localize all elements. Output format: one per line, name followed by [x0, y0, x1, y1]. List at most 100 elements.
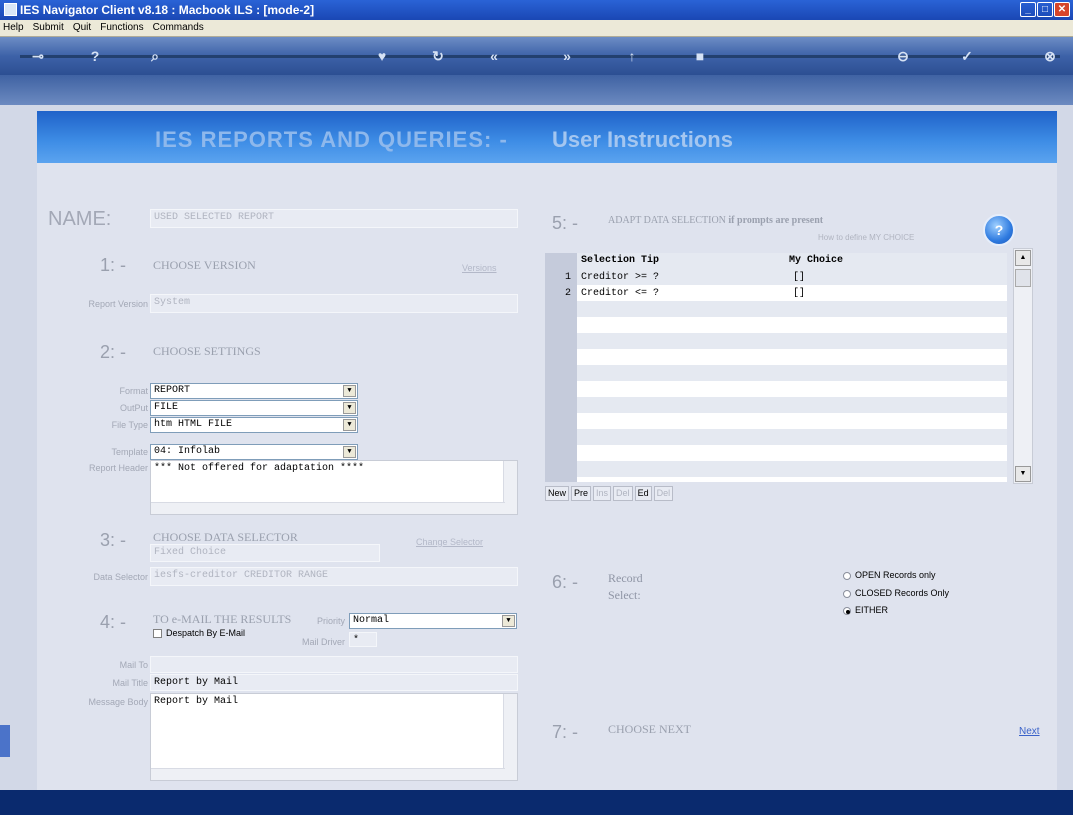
accept-icon[interactable]: ✓ — [957, 46, 977, 66]
col-selection-tip: Selection Tip — [581, 255, 660, 266]
output-value: FILE — [154, 402, 179, 413]
radio-icon[interactable] — [843, 589, 851, 598]
section7-title: CHOOSE NEXT — [608, 722, 691, 736]
mail-to-label: Mail To — [119, 660, 148, 670]
row-number: 1 — [565, 272, 572, 283]
help-icon[interactable]: ? — [85, 46, 105, 66]
insert-button[interactable]: Ins — [593, 486, 612, 501]
radio-label: EITHER — [855, 605, 889, 615]
page-header: IES REPORTS AND QUERIES: - User Instruct… — [37, 111, 1057, 163]
checkbox-icon[interactable] — [153, 629, 162, 639]
section3-number: 3: - — [100, 530, 127, 550]
versions-link[interactable]: Versions — [462, 263, 497, 273]
up-icon[interactable]: ↑ — [622, 46, 642, 66]
menu-quit[interactable]: Quit — [70, 20, 94, 33]
filetype-select[interactable]: htm HTML FILE ▼ — [150, 417, 358, 433]
scroll-down-icon[interactable]: ▼ — [1015, 466, 1031, 482]
side-tab[interactable] — [0, 725, 10, 757]
stop-icon[interactable]: ■ — [690, 46, 710, 66]
section2-number: 2: - — [100, 342, 127, 362]
section6-number: 6: - — [552, 572, 579, 592]
section4-title: TO e-MAIL THE RESULTS — [153, 612, 292, 626]
section5-title: ADAPT DATA SELECTION — [608, 215, 726, 226]
data-selector-label: Data Selector — [93, 572, 148, 582]
exit-icon[interactable]: ⊗ — [1040, 46, 1060, 66]
window-title: IES Navigator Client v8.18 : Macbook ILS… — [20, 3, 315, 17]
key-icon[interactable]: ⊸ — [28, 46, 48, 66]
help-icon[interactable]: ? — [983, 214, 1015, 246]
scroll-up-icon[interactable]: ▲ — [1015, 250, 1031, 266]
close-icon[interactable]: ✕ — [1054, 2, 1070, 17]
message-body-textarea[interactable]: Report by Mail — [150, 693, 518, 781]
cancel-icon[interactable]: ⊖ — [893, 46, 913, 66]
status-bar — [0, 790, 1073, 815]
chevron-down-icon[interactable]: ▼ — [343, 446, 356, 458]
delete-button[interactable]: Del — [613, 486, 633, 501]
radio-either[interactable]: EITHER — [843, 605, 888, 615]
rewind-icon[interactable]: « — [484, 46, 504, 66]
data-selector-field[interactable]: iesfs-creditor CREDITOR RANGE — [150, 567, 518, 586]
filetype-value: htm HTML FILE — [154, 419, 233, 430]
menu-submit[interactable]: Submit — [30, 20, 67, 33]
window-titlebar: IES Navigator Client v8.18 : Macbook ILS… — [0, 0, 1073, 20]
mail-to-field[interactable] — [150, 656, 518, 673]
fixed-choice-field[interactable]: Fixed Choice — [150, 544, 380, 562]
delete-row-button[interactable]: Del — [653, 486, 674, 501]
grid-buttons: New Pre Ins Del Ed Del — [545, 486, 675, 501]
section5-number: 5: - — [552, 213, 579, 233]
edit-button[interactable]: Ed — [634, 486, 652, 501]
heart-icon[interactable]: ♥ — [372, 46, 392, 66]
radio-closed-records[interactable]: CLOSED Records Only — [843, 588, 949, 598]
format-select[interactable]: REPORT ▼ — [150, 383, 358, 399]
minimize-icon[interactable]: _ — [1020, 2, 1036, 17]
mail-driver-label: Mail Driver — [301, 637, 345, 647]
scrollbar[interactable] — [503, 694, 517, 780]
radio-icon[interactable] — [843, 606, 851, 615]
how-to-define-link[interactable]: How to define MY CHOICE — [818, 233, 914, 242]
refresh-icon[interactable]: ↻ — [428, 46, 448, 66]
change-selector-link[interactable]: Change Selector — [416, 537, 483, 547]
section3-title: CHOOSE DATA SELECTOR — [153, 530, 298, 544]
scrollbar[interactable] — [151, 502, 505, 514]
next-link[interactable]: Next — [1019, 726, 1040, 737]
chevron-down-icon[interactable]: ▼ — [502, 615, 515, 627]
chevron-down-icon[interactable]: ▼ — [343, 402, 356, 414]
name-field[interactable]: USED SELECTED REPORT — [150, 209, 518, 228]
chevron-down-icon[interactable]: ▼ — [343, 385, 356, 397]
scroll-thumb[interactable] — [1015, 269, 1031, 287]
scrollbar[interactable]: ▲ ▼ — [1013, 248, 1033, 484]
report-header-textarea[interactable]: *** Not offered for adaptation **** — [150, 460, 518, 515]
previous-button[interactable]: Pre — [571, 486, 592, 501]
app-icon — [4, 3, 17, 16]
scrollbar[interactable] — [151, 768, 505, 780]
report-version-field[interactable]: System — [150, 294, 518, 313]
message-body-value: Report by Mail — [154, 696, 239, 707]
maximize-icon[interactable]: □ — [1037, 2, 1053, 17]
menu-commands[interactable]: Commands — [150, 20, 207, 33]
mail-driver-field[interactable]: * — [349, 632, 377, 647]
chevron-down-icon[interactable]: ▼ — [343, 419, 356, 431]
table-row[interactable]: 1 Creditor >= ? [] — [545, 270, 1007, 286]
selection-grid: Selection Tip My Choice 1 Creditor >= ? … — [545, 253, 1007, 482]
report-header-label: Report Header — [88, 463, 148, 473]
template-select[interactable]: 04: Infolab ▼ — [150, 444, 358, 460]
search-icon[interactable]: ⌕ — [145, 46, 165, 66]
despatch-checkbox[interactable]: Despatch By E-Mail — [153, 628, 245, 639]
menu-help[interactable]: Help — [0, 20, 27, 33]
priority-select[interactable]: Normal ▼ — [349, 613, 517, 629]
header-band — [0, 75, 1073, 105]
table-row[interactable]: 2 Creditor <= ? [] — [545, 286, 1007, 302]
menu-functions[interactable]: Functions — [97, 20, 146, 33]
output-select[interactable]: FILE ▼ — [150, 400, 358, 416]
row-choice[interactable]: [] — [793, 272, 805, 283]
col-my-choice: My Choice — [789, 255, 844, 266]
new-button[interactable]: New — [545, 486, 570, 501]
template-label: Template — [111, 447, 148, 457]
scrollbar[interactable] — [503, 461, 517, 514]
report-header-value: *** Not offered for adaptation **** — [154, 463, 365, 474]
radio-open-records[interactable]: OPEN Records only — [843, 570, 936, 580]
forward-icon[interactable]: » — [557, 46, 577, 66]
radio-icon[interactable] — [843, 571, 851, 580]
mail-title-field[interactable]: Report by Mail — [150, 674, 518, 691]
row-choice[interactable]: [] — [793, 288, 805, 299]
